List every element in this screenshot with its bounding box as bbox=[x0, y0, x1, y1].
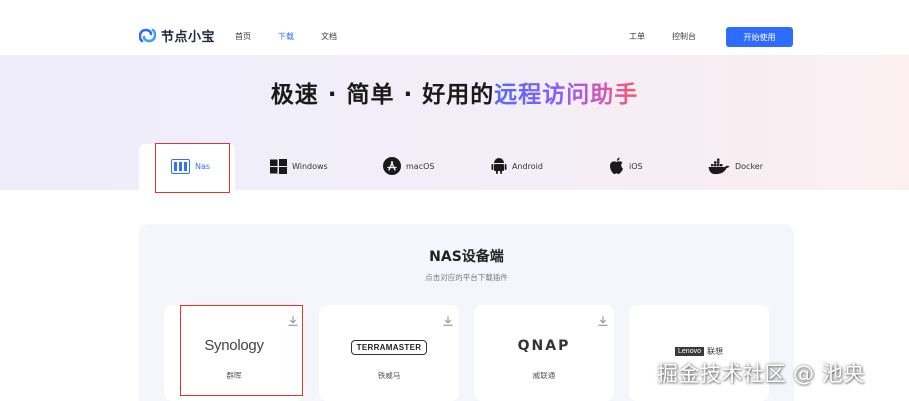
brand-logo: TERRAMASTER bbox=[319, 335, 459, 355]
hero-title: 极速 · 简单 · 好用的远程访问助手 bbox=[0, 75, 909, 109]
qnap-logo: QNAP bbox=[517, 338, 571, 354]
docker-icon bbox=[708, 158, 730, 175]
start-button[interactable]: 开始使用 bbox=[726, 27, 793, 47]
nav-link-tickets[interactable]: 工单 bbox=[629, 31, 645, 42]
terramaster-logo: TERRAMASTER bbox=[350, 340, 428, 355]
windows-icon bbox=[270, 158, 287, 174]
apple-icon bbox=[609, 157, 624, 175]
tab-windows[interactable]: Windows bbox=[270, 157, 328, 175]
panel-title: NAS设备端 bbox=[429, 249, 504, 265]
top-nav: 节点小宝 首页 下载 文档 工单 控制台 开始使用 bbox=[0, 0, 909, 55]
tab-label: Android bbox=[512, 161, 543, 171]
highlight-box-synology-card bbox=[180, 305, 303, 396]
watermark: 掘金技术社区 @ 池央 bbox=[657, 362, 865, 386]
tab-label: Windows bbox=[292, 161, 328, 171]
nav-link-download[interactable]: 下载 bbox=[278, 31, 294, 42]
card-qnap[interactable]: QNAP 威联通 bbox=[474, 305, 614, 401]
nav-link-docs[interactable]: 文档 bbox=[321, 31, 337, 42]
highlight-box-nas-tab bbox=[155, 143, 230, 193]
card-terramaster[interactable]: TERRAMASTER 铁威马 bbox=[319, 305, 459, 401]
hero-title-gradient: 远程访问助手 bbox=[494, 82, 639, 108]
logo-text: 节点小宝 bbox=[161, 30, 216, 45]
android-icon bbox=[491, 157, 507, 175]
lenovo-logo: Lenovo 联想 bbox=[675, 346, 723, 357]
tab-label: Docker bbox=[735, 161, 764, 171]
download-icon[interactable] bbox=[443, 311, 453, 330]
nav-link-console[interactable]: 控制台 bbox=[672, 31, 696, 42]
tab-ios[interactable]: iOS bbox=[609, 157, 643, 175]
hero-title-plain: 极速 · 简单 · 好用的 bbox=[270, 82, 495, 108]
platform-tabs: Nas Windows macOS Android iOS Docker bbox=[139, 140, 794, 190]
appstore-icon bbox=[383, 157, 401, 175]
card-name: 铁威马 bbox=[377, 371, 401, 380]
tab-label: iOS bbox=[629, 161, 643, 171]
lenovo-cn: 联想 bbox=[706, 347, 723, 356]
download-icon[interactable] bbox=[598, 311, 608, 330]
logo-icon bbox=[139, 28, 156, 43]
card-name: 威联通 bbox=[532, 371, 556, 380]
nav-link-home[interactable]: 首页 bbox=[235, 31, 251, 42]
lenovo-tag: Lenovo bbox=[675, 347, 704, 356]
tab-macos[interactable]: macOS bbox=[383, 157, 434, 175]
logo[interactable]: 节点小宝 bbox=[139, 26, 215, 45]
tab-label: macOS bbox=[406, 161, 435, 171]
brand-logo: QNAP bbox=[474, 335, 614, 354]
brand-logo: Lenovo 联想 bbox=[629, 338, 769, 357]
tab-android[interactable]: Android bbox=[491, 157, 543, 175]
tab-docker[interactable]: Docker bbox=[708, 157, 763, 175]
panel-subtitle: 点击对应的平台下载插件 bbox=[425, 273, 508, 282]
